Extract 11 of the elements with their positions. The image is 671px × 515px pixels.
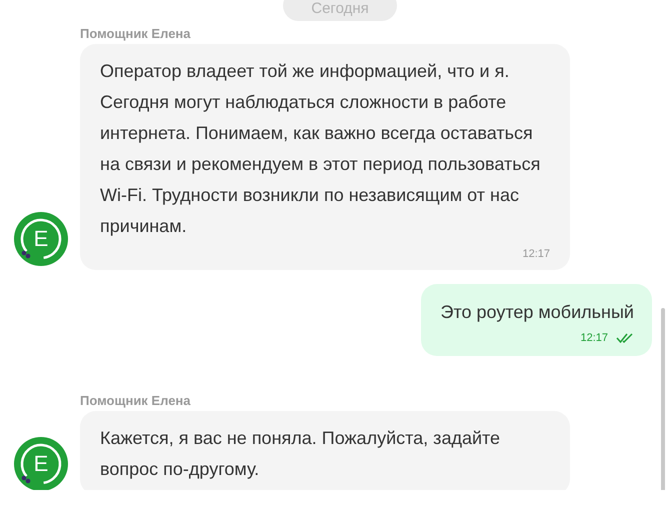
avatar: Е (14, 437, 68, 490)
sender-name: Помощник Елена (80, 26, 192, 41)
date-divider: Сегодня (283, 0, 397, 21)
avatar: Е (14, 212, 68, 266)
message-text: Оператор владеет той же информацией, что и я. Сегодня могут наблюдаться сложности в работе интернета. Понимаем, как важно всегда оставаться на связи и рекомендуем в этот период пользоваться Wi-Fi. Трудности возникли по независящим от нас причинам. (100, 60, 542, 238)
scrollbar[interactable] (661, 308, 665, 490)
message-time: 12:17 (522, 248, 550, 260)
message-time: 12:17 (580, 332, 608, 344)
message-text: Это роутер мобильный (440, 301, 634, 324)
message-text: Кажется, я вас не поняла. Пожалуйста, задайте вопрос по-другому. (100, 427, 502, 481)
sender-name: Помощник Елена (80, 393, 192, 408)
